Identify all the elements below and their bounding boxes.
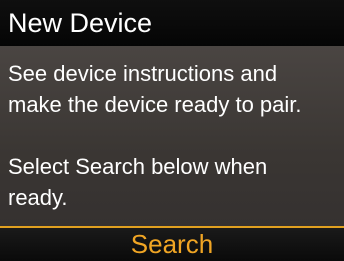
search-button[interactable]: Search [131, 228, 213, 261]
message-line: Select Search below when [8, 154, 268, 179]
message-line: ready. [8, 185, 68, 210]
message-panel: See device instructions and make the dev… [0, 46, 344, 226]
softkey-bar: Search [0, 228, 344, 261]
message-line: See device instructions and [8, 61, 278, 86]
device-screen: New Device See device instructions and m… [0, 0, 344, 261]
title-bar: New Device [0, 0, 344, 46]
page-title: New Device [8, 8, 153, 38]
message-line: make the device ready to pair. [8, 92, 302, 117]
